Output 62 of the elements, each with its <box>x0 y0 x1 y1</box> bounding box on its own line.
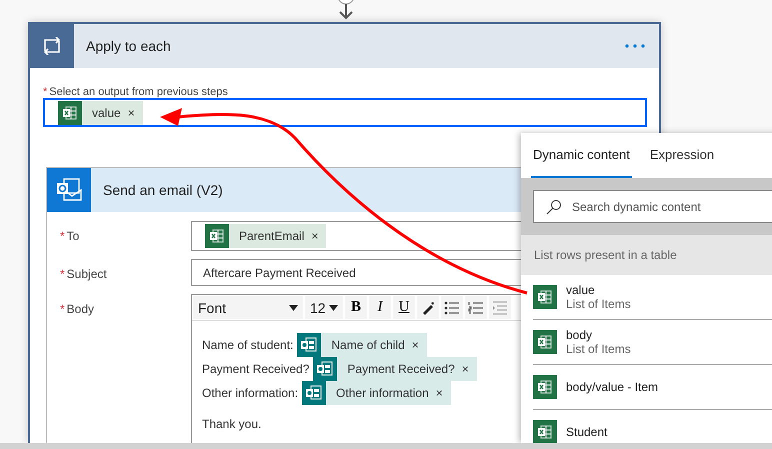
field-label: * Select an output from previous steps <box>43 86 229 98</box>
search-icon <box>546 198 562 214</box>
field-label: * Subject <box>59 266 108 283</box>
body-text: Name of student: <box>202 338 294 352</box>
remove-token-button[interactable]: × <box>412 338 419 352</box>
token-label: value <box>92 106 121 120</box>
body-text: Thank you. <box>202 417 262 431</box>
pen-icon[interactable] <box>421 300 435 314</box>
caret-icon <box>329 304 338 310</box>
remove-token-button[interactable]: × <box>128 106 135 120</box>
format-button[interactable]: B <box>345 296 367 319</box>
font-dropdown[interactable]: Font <box>193 296 303 319</box>
spreadsheet-icon <box>210 229 224 243</box>
output-field[interactable]: value × <box>43 98 647 127</box>
item-name: value <box>566 283 596 297</box>
spreadsheet-icon <box>63 106 77 120</box>
format-button[interactable]: I <box>369 296 391 319</box>
numbered-list-icon[interactable] <box>468 300 484 314</box>
spreadsheet-icon <box>538 335 552 349</box>
size-dropdown[interactable]: 12 <box>305 296 343 319</box>
format-button[interactable]: U <box>393 296 415 319</box>
required-mark: * <box>43 86 48 98</box>
token-chip[interactable]: Name of child × <box>297 333 427 357</box>
token-chip[interactable]: Payment Received? × <box>313 357 477 381</box>
mail-app-icon <box>56 178 82 202</box>
token-label: ParentEmail <box>239 229 304 243</box>
remove-token-button[interactable]: × <box>436 386 443 400</box>
token-label: Other information <box>336 386 429 400</box>
required-mark: * <box>60 267 65 281</box>
item-description: List of Items <box>566 342 631 356</box>
search-box[interactable]: Search dynamic content <box>533 190 772 223</box>
card-title: Send an email (V2) <box>103 182 224 198</box>
panel-tab[interactable]: Expression <box>648 133 716 178</box>
spreadsheet-icon <box>538 380 552 394</box>
token-label: Name of child <box>331 338 405 352</box>
spreadsheet-icon <box>538 290 552 304</box>
remove-token-button[interactable]: × <box>311 229 318 243</box>
more-icon[interactable] <box>625 44 645 48</box>
token-chip[interactable]: Other information × <box>302 381 451 405</box>
spreadsheet-icon <box>538 425 552 439</box>
item-description: List of Items <box>566 297 631 311</box>
required-mark: * <box>60 302 65 316</box>
token-chip[interactable]: value × <box>58 100 143 124</box>
caret-icon <box>289 304 298 310</box>
section-header: List rows present in a table <box>521 235 772 275</box>
document-icon <box>317 361 334 377</box>
item-name: body <box>566 328 594 342</box>
body-text: Other information: <box>202 386 298 400</box>
field-label: * To <box>59 228 80 245</box>
bullet-list-icon[interactable] <box>444 300 460 314</box>
card-title: Apply to each <box>86 38 172 54</box>
body-text: Payment Received? <box>202 362 310 376</box>
remove-token-button[interactable]: × <box>462 362 469 376</box>
document-icon <box>301 337 318 353</box>
token-label: Payment Received? <box>347 362 455 376</box>
token-chip[interactable]: ParentEmail × <box>205 224 326 248</box>
field-label: * Body <box>59 301 96 318</box>
document-icon <box>306 385 322 401</box>
indent-icon[interactable] <box>492 300 508 314</box>
required-mark: * <box>60 229 65 243</box>
loop-icon <box>41 37 63 55</box>
item-name: Student <box>566 425 608 439</box>
